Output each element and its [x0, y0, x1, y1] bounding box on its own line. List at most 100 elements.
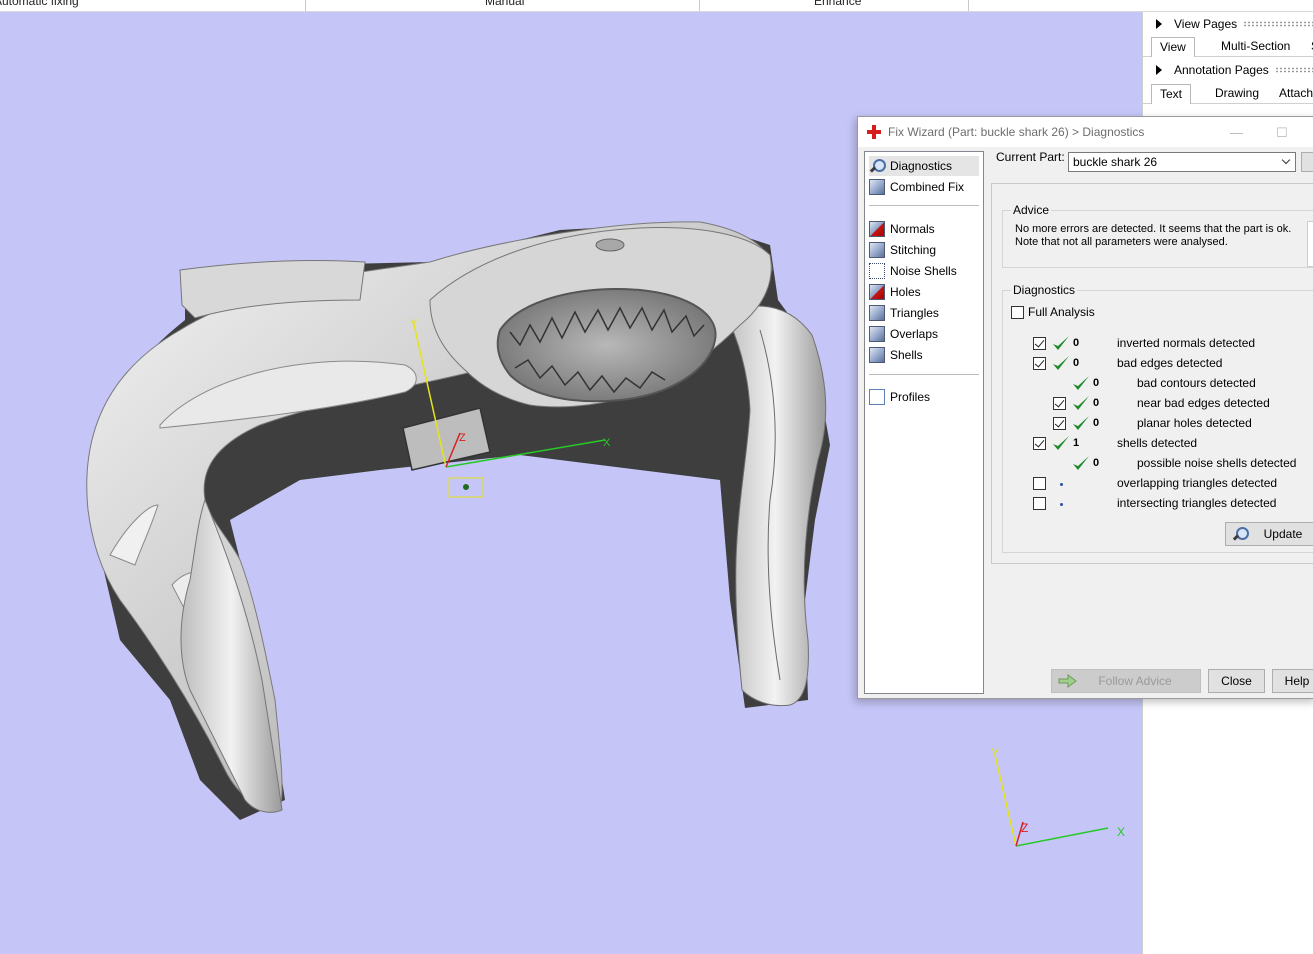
nav-item-overlaps[interactable]: Overlaps — [869, 324, 979, 344]
nav-item-holes[interactable]: Holes — [869, 282, 979, 302]
diagnostic-checkbox[interactable] — [1053, 417, 1066, 430]
diagnostics-title: Diagnostics — [1011, 283, 1078, 297]
close-button[interactable]: Close — [1208, 669, 1265, 693]
tab-view[interactable]: View — [1151, 37, 1195, 57]
advice-text: No more errors are detected. It seems th… — [1015, 223, 1305, 249]
diagnostic-row: 1 shells detected — [1003, 434, 1313, 454]
diagnostic-checkbox[interactable] — [1033, 357, 1046, 370]
green-check-icon — [1053, 336, 1069, 350]
current-part-extra-button[interactable] — [1301, 152, 1313, 172]
cube-icon — [869, 179, 885, 195]
nav-label: Normals — [890, 222, 935, 236]
diagnostic-row: 0 bad contours detected — [1003, 374, 1313, 394]
expand-arrow-icon — [1156, 19, 1162, 29]
expand-arrow-icon — [1156, 65, 1162, 75]
diagnostic-checkbox[interactable] — [1053, 397, 1066, 410]
view-pages-tabs: View Multi-Section S — [1143, 35, 1313, 57]
diagnostic-checkbox[interactable] — [1033, 477, 1046, 490]
local-axis-y-label: Y — [410, 318, 418, 330]
nav-item-profiles[interactable]: Profiles — [869, 387, 979, 407]
cube-icon — [869, 326, 885, 342]
holes-cube-icon — [869, 284, 885, 300]
diagnostic-count: 0 — [1093, 457, 1100, 469]
cube-icon — [869, 242, 885, 258]
nav-item-normals[interactable]: Normals — [869, 219, 979, 239]
tab-attachments[interactable]: Attachm — [1271, 84, 1313, 104]
nav-item-noise-shells[interactable]: Noise Shells — [869, 261, 979, 281]
toolbar-separator — [968, 0, 969, 11]
view-pages-header[interactable]: View Pages — [1143, 13, 1313, 35]
view-pages-title: View Pages — [1174, 17, 1238, 31]
minimize-button[interactable]: — — [1230, 125, 1243, 140]
global-axis-z-label: Z — [1021, 821, 1028, 835]
diagnostic-label: planar holes detected — [1137, 416, 1252, 430]
grip-dots — [1274, 67, 1313, 73]
current-part-value: buckle shark 26 — [1073, 155, 1158, 169]
diagnostic-label: overlapping triangles detected — [1117, 476, 1278, 490]
nav-label: Profiles — [890, 390, 931, 404]
dialog-title: Fix Wizard (Part: buckle shark 26) > Dia… — [888, 125, 1145, 139]
diagnostic-row: 0 bad edges detected — [1003, 354, 1313, 374]
diagnostic-checkbox[interactable] — [1033, 437, 1046, 450]
dialog-title-bar[interactable]: Fix Wizard (Part: buckle shark 26) > Dia… — [858, 117, 1313, 147]
diagnostic-checkbox[interactable] — [1033, 497, 1046, 510]
update-button[interactable]: Update — [1225, 522, 1313, 546]
tab-text[interactable]: Text — [1151, 84, 1192, 104]
annotation-pages-title: Annotation Pages — [1174, 63, 1269, 77]
toolbar-separator — [699, 0, 700, 11]
tab-enhance[interactable]: Enhance — [814, 0, 861, 8]
tab-s[interactable]: S — [1303, 37, 1313, 57]
follow-advice-button[interactable]: Follow Advice — [1051, 669, 1201, 693]
nav-label: Noise Shells — [890, 264, 957, 278]
diagnostic-label: inverted normals detected — [1117, 336, 1256, 350]
diagnostic-row: intersecting triangles detected — [1003, 494, 1313, 514]
annotation-pages-header[interactable]: Annotation Pages — [1143, 59, 1313, 81]
nav-item-diagnostics[interactable]: Diagnostics — [869, 156, 979, 176]
diagnostics-panel: Advice No more errors are detected. It s… — [991, 183, 1313, 564]
diagnostic-count: 0 — [1093, 377, 1100, 389]
diagnostic-row: 0 inverted normals detected — [1003, 334, 1313, 354]
nav-item-shells[interactable]: Shells — [869, 345, 979, 365]
green-check-icon — [1053, 356, 1069, 370]
diagnostic-row: overlapping triangles detected — [1003, 474, 1313, 494]
help-button[interactable]: Help — [1272, 669, 1313, 693]
tab-multi-section[interactable]: Multi-Section — [1213, 37, 1298, 57]
diagnostic-count: 0 — [1093, 417, 1100, 429]
cube-icon — [869, 347, 885, 363]
tab-drawing[interactable]: Drawing — [1207, 84, 1267, 104]
nav-label: Stitching — [890, 243, 937, 257]
arrow-right-icon — [1058, 674, 1077, 688]
magnifier-icon — [1232, 526, 1249, 542]
annotation-pages-tabs: Text Drawing Attachm — [1143, 82, 1313, 104]
green-check-icon — [1053, 436, 1069, 450]
toolbar-separator — [305, 0, 306, 11]
nav-label: Triangles — [890, 306, 939, 320]
green-check-icon — [1073, 456, 1089, 470]
diagnostic-row: 0 planar holes detected — [1003, 414, 1313, 434]
diagnostic-count: 0 — [1073, 337, 1080, 349]
top-toolbar: Automatic fixing Manual Enhance — [0, 0, 1313, 12]
diagnostic-checkbox[interactable] — [1033, 337, 1046, 350]
not-analysed-dot-icon — [1060, 483, 1063, 486]
current-part-select[interactable]: buckle shark 26 — [1068, 152, 1296, 172]
advice-group: Advice No more errors are detected. It s… — [1002, 203, 1313, 268]
green-check-icon — [1073, 416, 1089, 430]
green-check-icon — [1073, 376, 1089, 390]
not-analysed-dot-icon — [1060, 503, 1063, 506]
diagnostic-count: 0 — [1093, 397, 1100, 409]
global-axis-y-label: Y — [991, 746, 999, 760]
nav-item-stitching[interactable]: Stitching — [869, 240, 979, 260]
full-analysis-checkbox[interactable] — [1011, 306, 1024, 319]
shark-buckle-model — [86, 221, 831, 820]
noise-shells-icon — [869, 263, 885, 279]
tab-manual[interactable]: Manual — [485, 0, 524, 8]
maximize-button[interactable]: ☐ — [1276, 125, 1288, 141]
advice-scrollbar[interactable] — [1307, 221, 1313, 267]
tab-automatic-fixing[interactable]: Automatic fixing — [0, 0, 79, 8]
nav-item-combined-fix[interactable]: Combined Fix — [869, 177, 979, 197]
nav-item-triangles[interactable]: Triangles — [869, 303, 979, 323]
cube-icon — [869, 305, 885, 321]
diagnostic-label: near bad edges detected — [1137, 396, 1270, 410]
nav-divider — [869, 205, 979, 206]
diagnostic-row: 0 possible noise shells detected — [1003, 454, 1313, 474]
